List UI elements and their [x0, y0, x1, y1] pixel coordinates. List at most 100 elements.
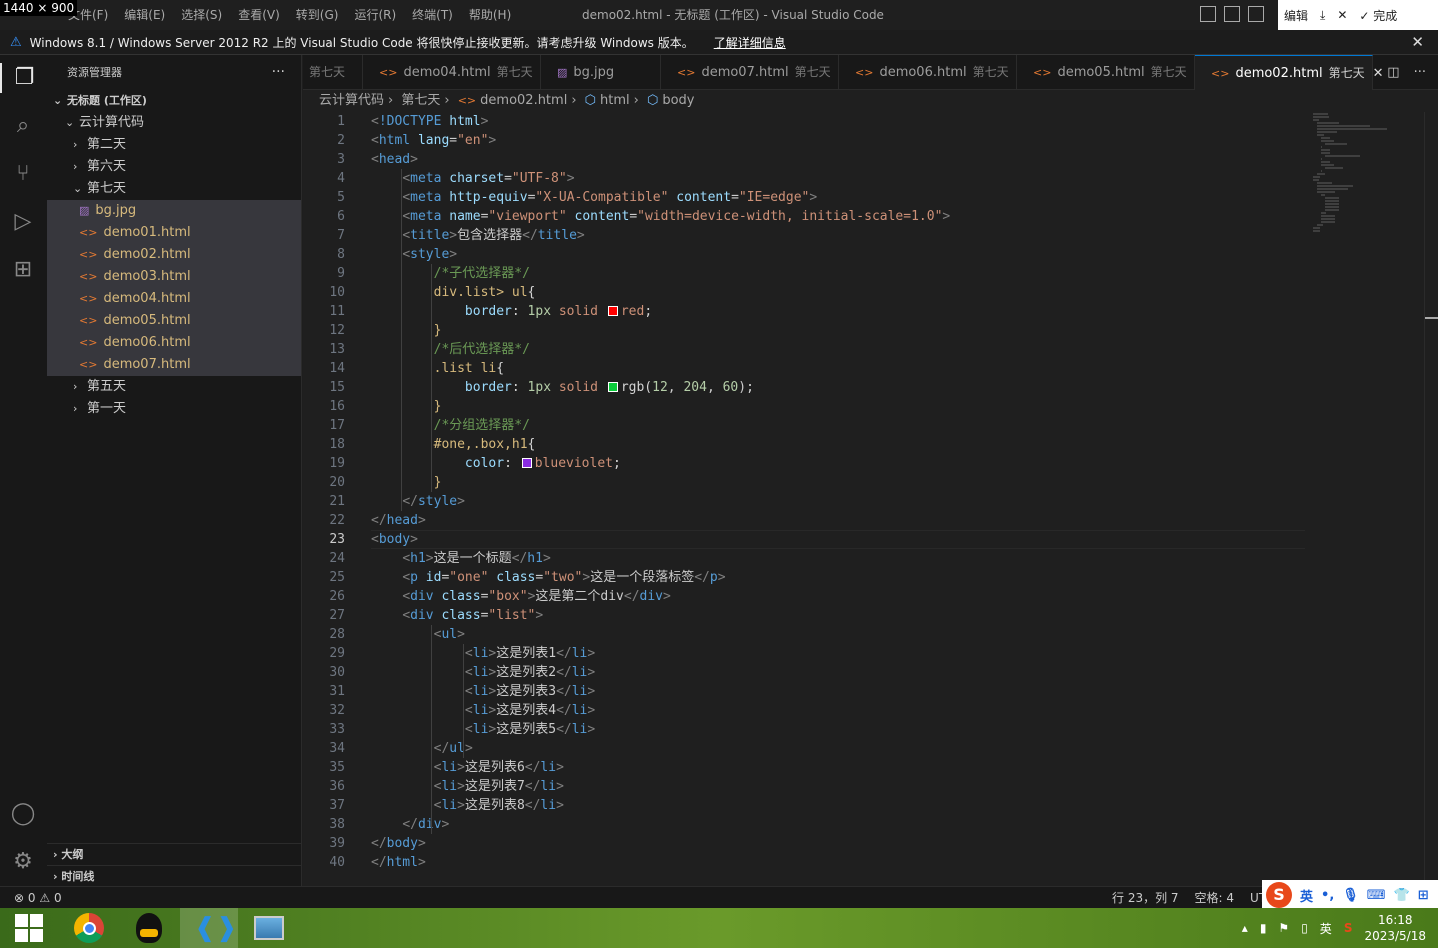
breadcrumb-item[interactable]: 第七天 — [401, 93, 440, 108]
download-icon[interactable]: ⤓ — [1314, 8, 1331, 23]
menu-run[interactable]: 运行(R) — [346, 0, 404, 30]
file-label: demo01.html — [103, 225, 191, 240]
settings-gear-icon[interactable]: ⚙ — [8, 847, 38, 877]
extensions-icon[interactable]: ⊞ — [8, 255, 38, 285]
minimap-line — [1325, 197, 1339, 199]
code-line: 4 <meta charset="UTF-8"> — [303, 169, 1303, 188]
more-actions-icon[interactable]: ··· — [1414, 55, 1426, 90]
problems-indicator[interactable]: ⊗ 0 ⚠ 0 — [14, 887, 62, 909]
folder-day6[interactable]: › 第六天 — [47, 156, 301, 178]
code-editor[interactable]: 1 <!DOCTYPE html> 2 <html lang="en"> 3 <head>… — [303, 112, 1438, 886]
start-button[interactable] — [0, 908, 58, 948]
punctuation-icon[interactable]: •, — [1321, 888, 1334, 903]
search-icon[interactable]: ⌕ — [8, 111, 38, 141]
menu-go[interactable]: 转到(G) — [288, 0, 347, 30]
source-control-icon[interactable]: ⑂ — [8, 159, 38, 189]
keyboard-icon[interactable]: ⌨ — [1367, 888, 1386, 903]
tab-demo05[interactable]: <> demo05.html 第七天 — [1017, 55, 1195, 90]
toggle-secondary-sidebar-icon[interactable] — [1248, 6, 1264, 22]
tray-expand-icon[interactable]: ▴ — [1242, 921, 1248, 935]
tab-bg-jpg[interactable]: ▨ bg.jpg — [541, 55, 661, 90]
workspace-header[interactable]: ⌄ 无标题 (工作区) — [47, 90, 301, 112]
breadcrumb-item[interactable]: 云计算代码 — [319, 93, 384, 108]
file-demo01[interactable]: <> demo01.html — [47, 222, 301, 244]
ime-language[interactable]: 英 — [1300, 886, 1313, 905]
file-bg-jpg[interactable]: ▨ bg.jpg — [47, 200, 301, 222]
file-demo06[interactable]: <> demo06.html — [47, 332, 301, 354]
tab-demo02[interactable]: <> demo02.html 第七天 ✕ — [1195, 55, 1384, 90]
file-demo07[interactable]: <> demo07.html — [47, 354, 301, 376]
code-line: 1 <!DOCTYPE html> — [303, 112, 1303, 131]
taskbar-photo-viewer[interactable] — [240, 908, 298, 948]
split-editor-icon[interactable]: ◫ — [1387, 55, 1399, 90]
code-line: 2 <html lang="en"> — [303, 131, 1303, 150]
microphone-icon[interactable]: 🎙 — [1342, 888, 1359, 903]
sogou-tray-icon[interactable]: S — [1344, 921, 1353, 935]
minimap-line — [1317, 191, 1335, 193]
code-line: 31 <li>这是列表3</li> — [303, 682, 1303, 701]
tab-partial[interactable]: 第七天 — [303, 55, 363, 90]
code-text: <li>这是列表8</li> — [433, 798, 564, 813]
banner-learn-more-link[interactable]: 了解详细信息 — [714, 34, 786, 51]
menu-terminal[interactable]: 终端(T) — [404, 0, 461, 30]
close-icon[interactable]: ✕ — [1331, 8, 1353, 22]
file-demo05[interactable]: <> demo05.html — [47, 310, 301, 332]
folder-label: 第一天 — [87, 401, 127, 416]
battery-icon[interactable]: ▯ — [1301, 921, 1308, 935]
skin-icon[interactable]: 👕 — [1394, 888, 1410, 903]
code-line: 25 <p id="one" class="two">这是一个段落标签</p> — [303, 568, 1303, 587]
minimap[interactable] — [1313, 112, 1413, 232]
more-actions-icon[interactable]: ··· — [272, 55, 285, 90]
folder-day7[interactable]: ⌄ 第七天 — [47, 178, 301, 200]
taskbar-vscode[interactable]: ❰❱ — [180, 908, 238, 948]
chrome-icon — [74, 913, 104, 943]
snip-done-button[interactable]: ✓ 完成 — [1353, 7, 1403, 24]
cursor-position[interactable]: 行 23，列 7 — [1112, 887, 1179, 909]
menu-selection[interactable]: 选择(S) — [173, 0, 230, 30]
timeline-section[interactable]: › 时间线 — [47, 865, 302, 887]
menu-help[interactable]: 帮助(H) — [461, 0, 519, 30]
banner-close-icon[interactable]: ✕ — [1411, 33, 1424, 51]
snip-edit-button[interactable]: 编辑 — [1278, 7, 1314, 24]
folder-root[interactable]: ⌄ 云计算代码 — [47, 112, 301, 134]
toggle-panel-icon[interactable] — [1224, 6, 1240, 22]
clock[interactable]: 16:18 2023/5/18 — [1364, 912, 1426, 944]
minimap-line — [1325, 143, 1347, 145]
network-icon[interactable]: ▮ — [1260, 921, 1267, 935]
sogou-logo-icon[interactable]: S — [1266, 882, 1292, 908]
file-demo04[interactable]: <> demo04.html — [47, 288, 301, 310]
minimap-line — [1321, 140, 1334, 142]
file-label: demo05.html — [103, 313, 191, 328]
file-demo02[interactable]: <> demo02.html — [47, 244, 301, 266]
run-debug-icon[interactable]: ▷ — [8, 207, 38, 237]
tab-close-icon[interactable]: ✕ — [1373, 56, 1384, 91]
menu-edit[interactable]: 编辑(E) — [116, 0, 173, 30]
warning-count: 0 — [53, 891, 62, 905]
line-number: 26 — [329, 589, 345, 604]
vertical-scrollbar[interactable] — [1424, 112, 1438, 886]
minimap-line — [1317, 128, 1387, 130]
taskbar-qq[interactable] — [120, 908, 178, 948]
menu-view[interactable]: 查看(V) — [230, 0, 288, 30]
breadcrumb-item[interactable]: demo02.html — [480, 93, 567, 108]
explorer-icon[interactable]: ❐ — [0, 63, 47, 93]
breadcrumb-item[interactable]: html — [600, 93, 630, 108]
tab-demo06[interactable]: <> demo06.html 第七天 — [839, 55, 1017, 90]
outline-section[interactable]: › 大纲 — [47, 843, 302, 865]
grid-menu-icon[interactable]: ⊞ — [1418, 888, 1429, 903]
folder-day1[interactable]: › 第一天 — [47, 398, 301, 420]
toggle-sidebar-icon[interactable] — [1200, 6, 1216, 22]
account-icon[interactable]: ◯ — [8, 799, 38, 829]
indentation[interactable]: 空格: 4 — [1195, 887, 1235, 909]
tray-language[interactable]: 英 — [1320, 920, 1332, 937]
folder-day2[interactable]: › 第二天 — [47, 134, 301, 156]
file-label: demo02.html — [103, 247, 191, 262]
breadcrumb-item[interactable]: body — [662, 93, 694, 108]
folder-day5[interactable]: › 第五天 — [47, 376, 301, 398]
tab-demo07[interactable]: <> demo07.html 第七天 — [661, 55, 839, 90]
taskbar-chrome[interactable] — [60, 908, 118, 948]
tab-demo04[interactable]: <> demo04.html 第七天 — [363, 55, 541, 90]
flag-icon[interactable]: ⚑ — [1278, 921, 1289, 935]
file-demo03[interactable]: <> demo03.html — [47, 266, 301, 288]
code-text: <head> — [371, 152, 418, 167]
